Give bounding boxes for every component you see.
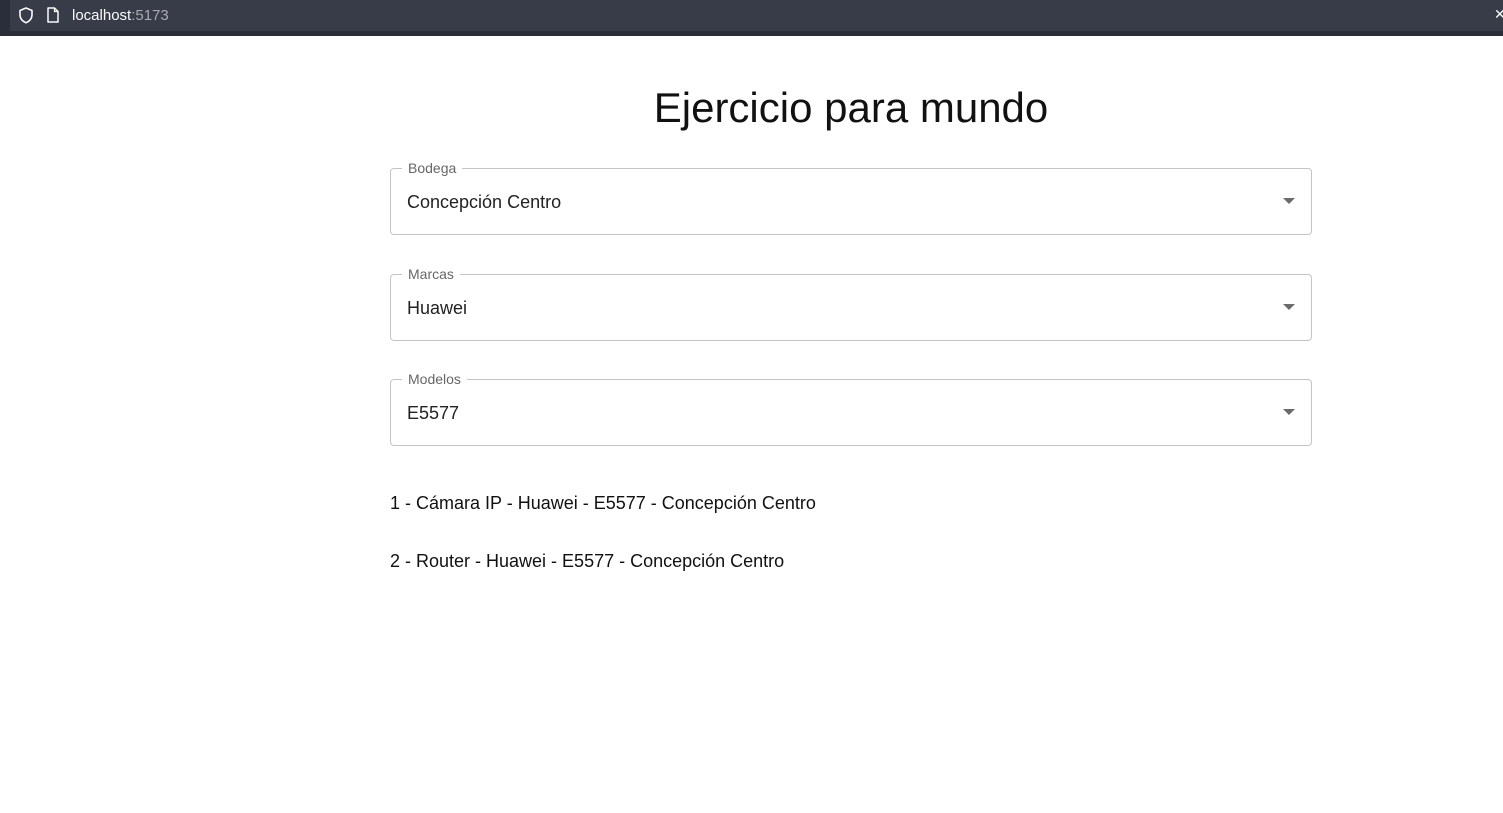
bodega-label: Bodega [402, 159, 463, 177]
list-item: 1 - Cámara IP - Huawei - E5577 - Concepc… [390, 493, 816, 513]
bodega-value: Concepción Centro [407, 192, 562, 212]
chevron-down-icon[interactable] [1283, 409, 1295, 415]
url-port: :5173 [131, 7, 169, 24]
bodega-select[interactable]: Bodega Concepción Centro [390, 159, 1312, 235]
list-item: 2 - Router - Huawei - E5577 - Concepción… [390, 551, 785, 571]
browser-toolbar: localhost:5173 ✕ [0, 0, 1503, 36]
url-host: localhost [72, 7, 132, 24]
modelos-label: Modelos [402, 370, 467, 388]
marcas-select[interactable]: Marcas Huawei [390, 265, 1312, 341]
shield-icon[interactable] [18, 7, 34, 24]
chevron-down-icon[interactable] [1283, 304, 1295, 310]
modelos-select[interactable]: Modelos E5577 [390, 370, 1312, 446]
page-icon[interactable] [46, 7, 60, 23]
marcas-value: Huawei [407, 298, 468, 318]
close-icon[interactable]: ✕ [1494, 6, 1503, 22]
address-bar[interactable]: localhost:5173 [72, 6, 169, 25]
toolbar-edge [0, 0, 10, 31]
page-title: Ejercicio para mundo [653, 84, 1049, 131]
marcas-label: Marcas [402, 265, 460, 283]
modelos-value: E5577 [407, 403, 460, 423]
chevron-down-icon[interactable] [1283, 198, 1295, 204]
